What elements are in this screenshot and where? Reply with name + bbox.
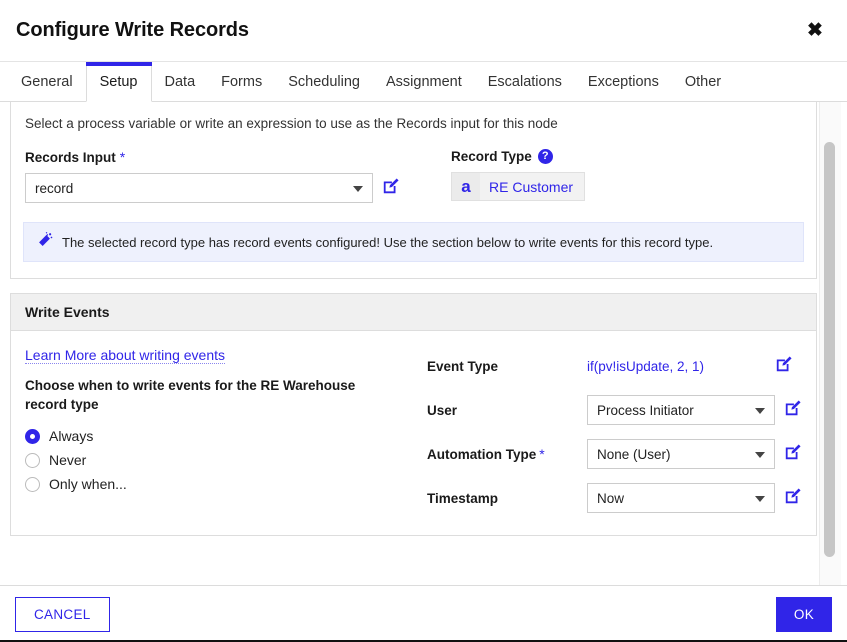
user-label: User: [427, 403, 587, 418]
setup-hint-text: Select a process variable or write an ex…: [25, 116, 558, 131]
records-input-card: Select a process variable or write an ex…: [10, 102, 817, 279]
record-type-icon: a: [452, 173, 480, 200]
automation-type-label: Automation Type *: [427, 446, 587, 462]
user-label-text: User: [427, 402, 458, 418]
event-type-expression-value[interactable]: if(pv!isUpdate, 2, 1): [587, 359, 775, 374]
dialog-header: Configure Write Records ✖: [0, 0, 847, 62]
field-automation-type: Automation Type * None (User): [427, 439, 802, 469]
edit-expression-icon[interactable]: [784, 487, 802, 510]
edit-expression-icon[interactable]: [382, 177, 400, 200]
records-input-label: Records Input *: [25, 149, 441, 165]
tab-general[interactable]: General: [8, 62, 86, 101]
ok-button[interactable]: OK: [775, 596, 832, 632]
tab-data[interactable]: Data: [152, 62, 209, 101]
records-input-column: Records Input * record: [23, 149, 441, 203]
tab-exceptions[interactable]: Exceptions: [575, 62, 672, 101]
radio-always-label: Always: [49, 428, 94, 445]
records-input-control: record: [25, 173, 441, 203]
write-events-card: Write Events Learn More about writing ev…: [10, 293, 817, 536]
help-icon[interactable]: ?: [537, 149, 553, 164]
radio-never-indicator[interactable]: [25, 452, 40, 468]
dialog-body: Select a process variable or write an ex…: [0, 102, 847, 585]
tab-other[interactable]: Other: [672, 62, 734, 101]
tab-assignment[interactable]: Assignment: [373, 62, 475, 101]
write-events-header: Write Events: [11, 294, 816, 331]
tab-escalations[interactable]: Escalations: [475, 62, 575, 101]
automation-type-label-text: Automation Type: [427, 446, 537, 462]
write-events-fields-column: Event Type if(pv!isUpdate, 2, 1) User Pr…: [427, 347, 802, 513]
timestamp-label-text: Timestamp: [427, 490, 499, 506]
magic-wand-icon: [36, 232, 53, 252]
radio-option-only-when[interactable]: Only when...: [25, 476, 427, 492]
record-type-label: Record Type ?: [451, 149, 804, 164]
field-timestamp: Timestamp Now: [427, 483, 802, 513]
required-asterisk: *: [539, 446, 545, 462]
event-type-label-text: Event Type: [427, 358, 499, 374]
field-event-type: Event Type if(pv!isUpdate, 2, 1): [427, 351, 802, 381]
write-events-content: Learn More about writing events Choose w…: [11, 331, 816, 535]
radio-option-never[interactable]: Never: [25, 452, 427, 468]
radio-only-when-label: Only when...: [49, 476, 127, 493]
vertical-scrollbar[interactable]: [819, 102, 841, 585]
page-title: Configure Write Records: [16, 19, 249, 41]
record-type-name[interactable]: RE Customer: [480, 173, 584, 200]
tab-scheduling[interactable]: Scheduling: [275, 62, 373, 101]
automation-type-select[interactable]: None (User): [587, 439, 775, 469]
radio-always-indicator[interactable]: [25, 428, 40, 444]
choose-when-text: Choose when to write events for the RE W…: [25, 378, 356, 413]
close-icon[interactable]: ✖: [801, 17, 829, 45]
tab-bar: General Setup Data Forms Scheduling Assi…: [0, 62, 847, 102]
record-events-banner: The selected record type has record even…: [23, 222, 804, 262]
user-select[interactable]: Process Initiator: [587, 395, 775, 425]
edit-expression-icon[interactable]: [784, 443, 802, 466]
timestamp-select[interactable]: Now: [587, 483, 775, 513]
records-input-label-text: Records Input: [25, 149, 116, 165]
write-events-options-column: Learn More about writing events Choose w…: [25, 347, 427, 513]
records-input-select[interactable]: record: [25, 173, 373, 203]
tab-setup[interactable]: Setup: [85, 62, 152, 102]
radio-only-when-indicator[interactable]: [25, 476, 40, 492]
record-type-label-text: Record Type: [451, 149, 532, 164]
tab-forms[interactable]: Forms: [208, 62, 275, 101]
record-type-column: Record Type ? a RE Customer: [441, 149, 804, 203]
cancel-button[interactable]: CANCEL: [15, 596, 110, 632]
radio-never-label: Never: [49, 452, 87, 469]
banner-text: The selected record type has record even…: [62, 234, 714, 250]
dialog-footer: CANCEL OK: [0, 585, 847, 642]
scrollbar-thumb[interactable]: [824, 142, 835, 557]
timestamp-label: Timestamp: [427, 491, 587, 506]
required-asterisk: *: [119, 149, 126, 165]
event-type-label: Event Type: [427, 359, 587, 374]
records-row: Records Input * record Record Type ? a R…: [23, 149, 804, 203]
edit-expression-icon[interactable]: [784, 399, 802, 422]
field-user: User Process Initiator: [427, 395, 802, 425]
radio-option-always[interactable]: Always: [25, 428, 427, 444]
configure-write-records-dialog: Configure Write Records ✖ General Setup …: [0, 0, 847, 642]
edit-expression-icon[interactable]: [775, 355, 793, 378]
scroll-content: Select a process variable or write an ex…: [10, 102, 817, 585]
record-type-chip[interactable]: a RE Customer: [451, 172, 586, 201]
learn-more-link[interactable]: Learn More about writing events: [25, 347, 225, 364]
